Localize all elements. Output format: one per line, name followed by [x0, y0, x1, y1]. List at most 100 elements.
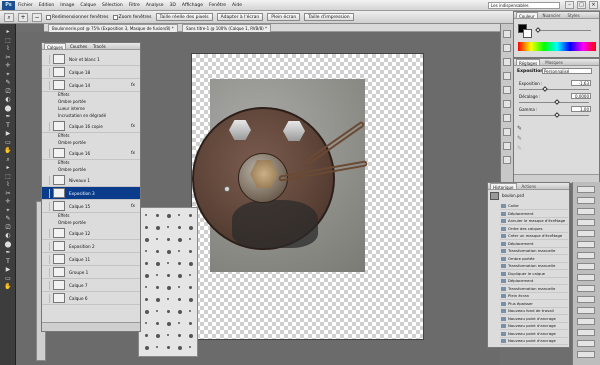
type-tool-icon[interactable]: T [3, 258, 13, 265]
hand-tool-icon[interactable]: ✋ [3, 147, 13, 154]
brush-preset[interactable] [189, 238, 191, 240]
color-tab-2[interactable]: Styles [565, 12, 581, 18]
brush-preset[interactable] [167, 226, 169, 228]
dock-panel-icon[interactable] [577, 307, 595, 314]
brush-preset[interactable] [189, 226, 193, 230]
brush-preset[interactable] [189, 262, 193, 266]
eye-icon[interactable] [43, 254, 50, 264]
brush-preset[interactable] [189, 310, 191, 312]
layer-row[interactable]: Exposition 2 [42, 240, 140, 253]
color-tab-1[interactable]: Nuancier [541, 12, 563, 18]
dock-panel-icon[interactable] [577, 186, 595, 193]
print-size-button[interactable]: Taille d'impression [304, 13, 354, 21]
menu-item-2[interactable]: Image [60, 3, 74, 8]
brush-preset[interactable] [156, 298, 160, 302]
eye-icon[interactable] [43, 228, 50, 238]
color-spectrum[interactable] [518, 42, 596, 51]
brush-preset[interactable] [167, 286, 171, 290]
marquee-tool-icon[interactable]: ⬚ [3, 37, 13, 44]
brush-preset[interactable] [178, 310, 182, 314]
brush-preset[interactable] [167, 250, 171, 254]
brush-preset[interactable] [189, 334, 193, 338]
brush-preset[interactable] [178, 250, 180, 252]
dock-panel-icon[interactable] [503, 100, 511, 108]
resize-windows-checkbox[interactable]: Redimensionner fenêtres [46, 14, 109, 20]
brush-preset[interactable] [189, 298, 193, 302]
layers-tab-2[interactable]: Tracés [91, 43, 108, 49]
brush-preset[interactable] [145, 298, 148, 301]
brush-preset[interactable] [156, 262, 160, 266]
quick-select-tool-icon[interactable]: ✛ [3, 62, 13, 69]
fx-icon[interactable]: fx [131, 83, 135, 88]
eye-icon[interactable] [43, 121, 50, 131]
eye-icon[interactable] [43, 241, 50, 251]
full-screen-button[interactable]: Plein écran [267, 13, 301, 21]
eye-icon[interactable] [43, 54, 50, 64]
eyedropper-tool-icon[interactable]: ⌖ [3, 207, 13, 214]
brush-preset[interactable] [145, 286, 147, 288]
offset-slider[interactable] [519, 99, 589, 105]
pen-tool-icon[interactable]: ✒ [3, 249, 13, 256]
dock-panel-icon[interactable] [577, 274, 595, 281]
eyedropper-white-icon[interactable]: ✎ [517, 145, 522, 152]
blur-tool-icon[interactable]: ⬤ [3, 241, 13, 248]
dock-panel-icon[interactable] [503, 86, 511, 94]
fx-icon[interactable]: fx [131, 151, 135, 156]
dock-panel-icon[interactable] [503, 128, 511, 136]
brush-preset[interactable] [189, 214, 192, 217]
fx-icon[interactable]: fx [131, 124, 135, 129]
eye-icon[interactable] [43, 201, 50, 211]
adjustments-tab-1[interactable]: Masques [543, 59, 565, 65]
shape-tool-icon[interactable]: ▭ [3, 275, 13, 282]
path-select-tool-icon[interactable]: ▶ [3, 130, 13, 137]
brush-preset[interactable] [178, 214, 180, 216]
exposition-slider[interactable] [519, 86, 589, 92]
brush-preset[interactable] [167, 238, 170, 241]
offset-field[interactable]: 0,0000 [571, 93, 591, 99]
brush-preset[interactable] [145, 322, 147, 324]
brush-preset[interactable] [145, 274, 149, 278]
zoom-tool-icon[interactable]: ⌕ [4, 12, 14, 22]
brush-preset[interactable] [156, 214, 159, 217]
layer-row[interactable]: Niveaux 1 [42, 174, 140, 187]
stamp-tool-icon[interactable]: ⎚ [3, 88, 13, 95]
menu-item-4[interactable]: Sélection [102, 3, 123, 8]
shape-tool-icon[interactable]: ▭ [3, 139, 13, 146]
brush-preset[interactable] [145, 262, 148, 265]
eyedropper-tool-icon[interactable]: ⌖ [3, 71, 13, 78]
brush-preset[interactable] [167, 310, 170, 313]
fit-screen-button[interactable]: Adapter à l'écran [216, 13, 264, 21]
brush-preset[interactable] [145, 238, 149, 242]
quick-select-tool-icon[interactable]: ✛ [3, 198, 13, 205]
zoom-windows-checkbox[interactable]: Zoom fenêtres [112, 14, 152, 20]
menu-item-7[interactable]: 3D [170, 3, 176, 8]
brush-preset[interactable] [167, 346, 170, 349]
brush-tool-icon[interactable]: ✎ [3, 215, 13, 222]
background-swatch[interactable] [523, 29, 532, 38]
dock-panel-icon[interactable] [577, 329, 595, 336]
eye-icon[interactable] [43, 67, 50, 77]
zoom-out-icon[interactable]: − [32, 12, 42, 22]
eye-icon[interactable] [43, 175, 50, 185]
brush-preset[interactable] [145, 250, 147, 252]
history-item[interactable]: Nouveau point d'ancrage [500, 337, 568, 345]
brush-preset[interactable] [167, 334, 169, 336]
layer-row[interactable]: Noir et blanc 1 [42, 53, 140, 66]
layer-row[interactable]: Calque 11 [42, 253, 140, 266]
brush-preset[interactable] [145, 214, 147, 216]
preset-select[interactable]: Personnalisé [542, 68, 592, 74]
dock-panel-icon[interactable] [503, 114, 511, 122]
close-icon[interactable]: × [589, 1, 598, 9]
layer-row[interactable]: Groupe 1 [42, 266, 140, 279]
layer-row[interactable]: Calque 18 [42, 66, 140, 79]
dock-panel-icon[interactable] [577, 219, 595, 226]
brush-preset[interactable] [178, 238, 182, 242]
brush-tool-icon[interactable]: ✎ [3, 79, 13, 86]
layer-row[interactable]: Calque 16 fx [42, 147, 140, 160]
eye-icon[interactable] [43, 80, 50, 90]
brush-preset[interactable] [178, 346, 182, 350]
crop-tool-icon[interactable]: ✂ [3, 190, 13, 197]
maximize-icon[interactable]: □ [577, 1, 586, 9]
layer-row[interactable]: Calque 14 fx [42, 79, 140, 92]
lasso-tool-icon[interactable]: ⌇ [3, 45, 13, 52]
